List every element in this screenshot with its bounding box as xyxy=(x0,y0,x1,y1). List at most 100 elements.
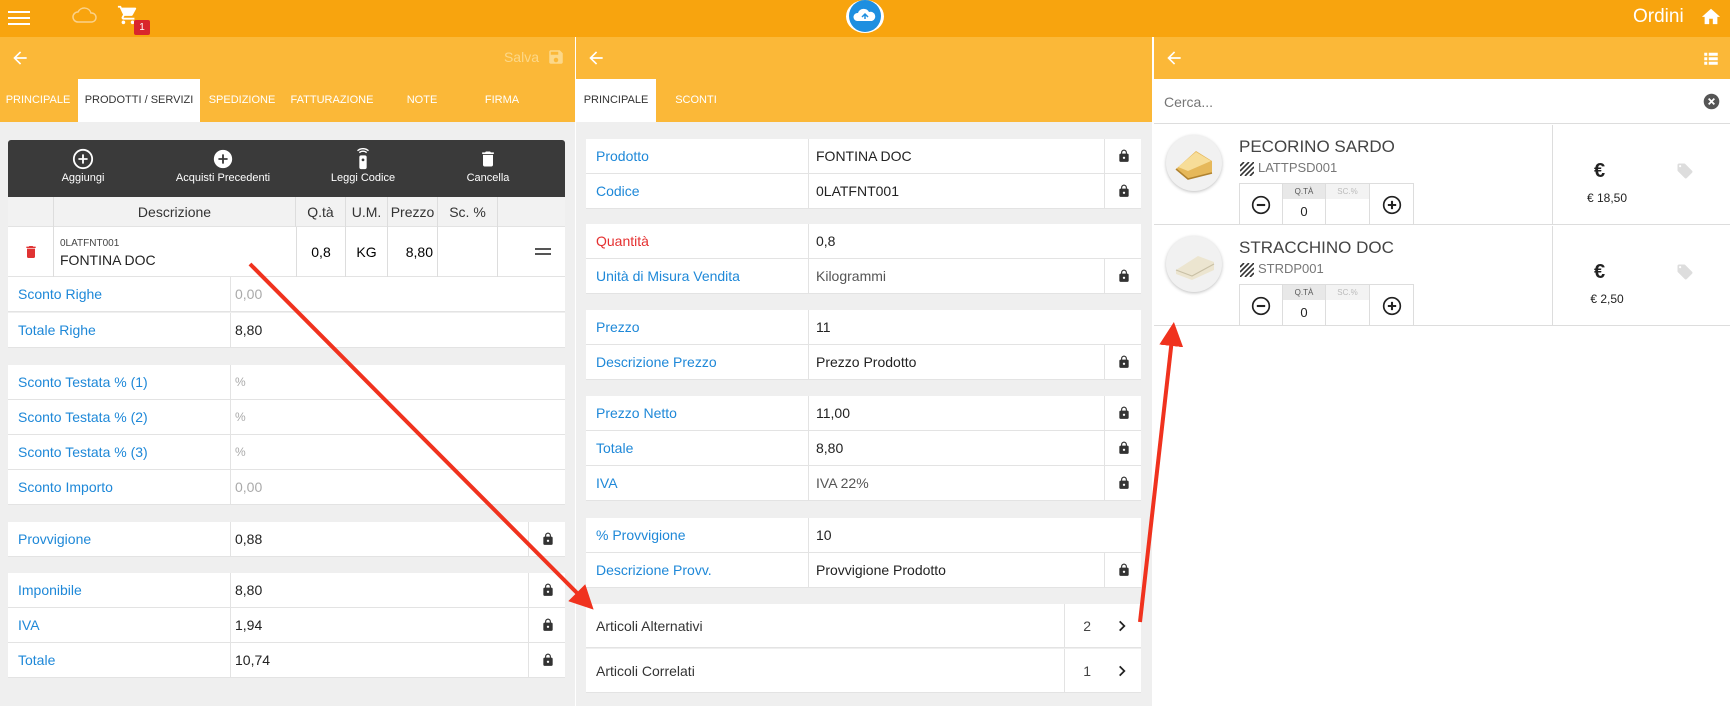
provvigione-row: Provvigione 0,88 xyxy=(8,522,565,557)
list-view-icon[interactable] xyxy=(1702,49,1720,67)
drag-handle-icon[interactable] xyxy=(535,248,551,255)
lock-icon xyxy=(1119,441,1129,454)
table-header: Descrizione Q.tà U.M. Prezzo Sc. % xyxy=(8,197,565,227)
back-arrow-icon[interactable] xyxy=(586,48,606,68)
desc-prezzo-label: Descrizione Prezzo xyxy=(596,354,717,370)
line-name: FONTINA DOC xyxy=(60,252,156,268)
back-arrow-icon[interactable] xyxy=(10,48,30,68)
quantita-label: Quantità xyxy=(596,233,649,249)
tag-icon[interactable] xyxy=(1676,162,1694,180)
product-image-pecorino xyxy=(1166,135,1222,191)
plus-circle-icon[interactable] xyxy=(1382,296,1402,316)
sconto-testata-3-row[interactable]: Sconto Testata % (3)% xyxy=(8,435,565,470)
provvigione-row[interactable]: % Provvigione 10 xyxy=(586,518,1141,553)
minus-circle-icon[interactable] xyxy=(1251,296,1271,316)
table-row[interactable]: 0LATFNT001 FONTINA DOC 0,8 KG 8,80 xyxy=(8,227,565,277)
articoli-correlati-count: 1 xyxy=(1083,663,1091,679)
articoli-correlati-row[interactable]: Articoli Correlati 1 xyxy=(586,649,1141,693)
left-tabs: PRINCIPALE PRODOTTI / SERVIZI SPEDIZIONE… xyxy=(0,79,575,122)
order-products-panel: Salva PRINCIPALE PRODOTTI / SERVIZI SPED… xyxy=(0,37,575,706)
sconto-testata-3-input[interactable]: % xyxy=(235,435,246,470)
prodotto-label: Prodotto xyxy=(596,148,649,164)
tab-sconti[interactable]: SCONTI xyxy=(656,79,736,122)
totale-righe-value: 8,80 xyxy=(235,322,263,338)
top-bar: 1 Ordini xyxy=(0,0,1730,37)
cloud-sync-icon[interactable] xyxy=(72,6,98,24)
cart-count-badge: 1 xyxy=(134,20,150,35)
tab-principale[interactable]: PRINCIPALE xyxy=(0,79,76,122)
prezzo-netto-value: 11,00 xyxy=(816,405,850,421)
tab-prodotti-servizi[interactable]: PRODOTTI / SERVIZI xyxy=(78,79,200,122)
desc-provv-row: Descrizione Provv. Provvigione Prodotto xyxy=(586,553,1141,588)
tab-principale[interactable]: PRINCIPALE xyxy=(576,79,656,122)
quantita-row[interactable]: Quantità 0,8 xyxy=(586,224,1141,259)
sconto-importo-input[interactable]: 0,00 xyxy=(235,470,262,505)
sconto-importo-row[interactable]: Sconto Importo 0,00 xyxy=(8,470,565,505)
previous-purchases-label: Acquisti Precedenti xyxy=(175,172,271,184)
qty-input[interactable]: 0 xyxy=(1283,300,1325,325)
sconto-testata-2-row[interactable]: Sconto Testata % (2)% xyxy=(8,400,565,435)
product-price: € 18,50 xyxy=(1586,191,1628,205)
save-button-label[interactable]: Salva xyxy=(504,49,539,65)
col-descrizione: Descrizione xyxy=(54,197,296,227)
provvigione-label: % Provvigione xyxy=(596,527,686,543)
quantity-stepper: Q.TÀ 0 SC.% xyxy=(1239,183,1414,225)
iva-label: IVA xyxy=(596,475,618,491)
totale-righe-label: Totale Righe xyxy=(18,322,96,338)
articoli-alternativi-row[interactable]: Articoli Alternativi 2 xyxy=(586,604,1141,648)
quantity-stepper: Q.TÀ 0 SC.% xyxy=(1239,284,1414,326)
chevron-right-icon[interactable] xyxy=(1115,663,1129,679)
line-price: 8,80 xyxy=(388,227,438,277)
back-arrow-icon[interactable] xyxy=(1164,48,1184,68)
lock-icon xyxy=(1119,269,1129,282)
read-code-button[interactable]: Leggi Codice xyxy=(308,140,418,197)
qty-input[interactable]: 0 xyxy=(1283,199,1325,224)
tab-note[interactable]: NOTE xyxy=(392,79,452,122)
provvigione-input[interactable]: 10 xyxy=(816,518,832,553)
line-um: KG xyxy=(346,227,388,277)
col-um: U.M. xyxy=(346,197,388,227)
prezzo-row[interactable]: Prezzo 11 xyxy=(586,310,1141,345)
save-icon[interactable] xyxy=(547,48,565,66)
sconto-testata-1-row[interactable]: Sconto Testata % (1)% xyxy=(8,365,565,400)
prezzo-input[interactable]: 11 xyxy=(816,310,831,345)
left-header: Salva xyxy=(0,37,575,79)
sconto-testata-2-input[interactable]: % xyxy=(235,400,246,435)
tag-icon[interactable] xyxy=(1676,263,1694,281)
barcode-icon xyxy=(1240,162,1254,176)
discount-header: SC.% xyxy=(1326,285,1369,300)
sconto-importo-label: Sconto Importo xyxy=(18,479,113,495)
tab-fatturazione[interactable]: FATTURAZIONE xyxy=(286,79,378,122)
plus-circle-icon[interactable] xyxy=(1382,195,1402,215)
search-input[interactable] xyxy=(1164,89,1664,114)
euro-icon: € xyxy=(1594,261,1606,283)
quantita-input[interactable]: 0,8 xyxy=(816,224,835,259)
minus-circle-icon[interactable] xyxy=(1251,195,1271,215)
delete-row-icon[interactable] xyxy=(23,242,39,262)
clear-search-icon[interactable] xyxy=(1703,93,1720,110)
prezzo-label: Prezzo xyxy=(596,319,640,335)
iva-row: IVA 1,94 xyxy=(8,608,565,643)
previous-purchases-button[interactable]: Acquisti Precedenti xyxy=(158,140,288,197)
lock-icon xyxy=(543,532,553,545)
provvigione-label: Provvigione xyxy=(18,531,92,547)
home-icon[interactable] xyxy=(1700,6,1722,26)
tab-firma[interactable]: FIRMA xyxy=(472,79,532,122)
sconto-testata-2-label: Sconto Testata % (2) xyxy=(18,409,148,425)
product-card[interactable]: PECORINO SARDO LATTPSD001 Q.TÀ 0 SC.% € … xyxy=(1154,125,1730,225)
product-card[interactable]: STRACCHINO DOC STRDP001 Q.TÀ 0 SC.% € € … xyxy=(1154,226,1730,326)
app-logo xyxy=(846,0,884,33)
chevron-right-icon[interactable] xyxy=(1115,618,1129,634)
totale-label: Totale xyxy=(596,440,634,456)
right-header xyxy=(1154,37,1730,79)
lock-icon xyxy=(1119,563,1129,576)
add-button[interactable]: Aggiungi xyxy=(28,140,138,197)
delete-button[interactable]: Cancella xyxy=(438,140,538,197)
totale-value: 8,80 xyxy=(816,440,844,456)
desc-prezzo-value: Prezzo Prodotto xyxy=(816,354,917,370)
sconto-testata-1-input[interactable]: % xyxy=(235,365,246,400)
tab-spedizione[interactable]: SPEDIZIONE xyxy=(204,79,280,122)
menu-icon[interactable] xyxy=(8,7,30,29)
iva-row: IVA IVA 22% xyxy=(586,466,1141,501)
plus-circle-icon xyxy=(72,148,94,170)
